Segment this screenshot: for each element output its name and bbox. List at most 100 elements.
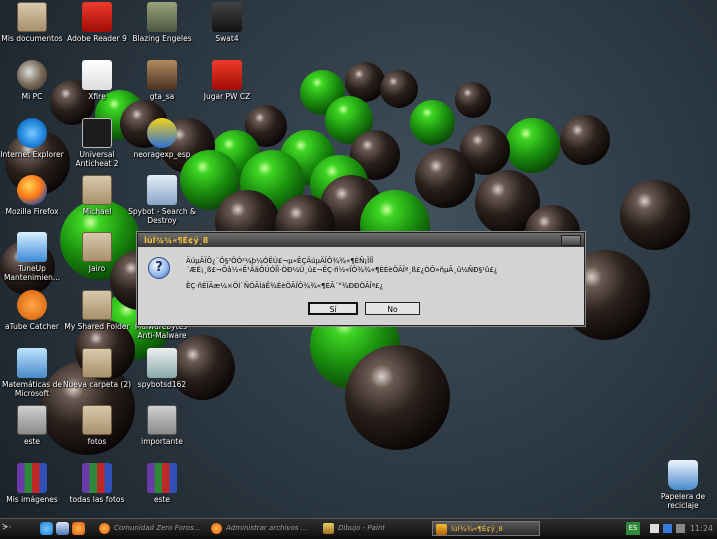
desktop-icon-label: Mozilla Firefox: [5, 207, 59, 216]
firefox-icon: [17, 175, 47, 205]
desktop-icon-label: Michael: [82, 207, 112, 216]
taskbar-item-paint[interactable]: Dibujo - Paint: [320, 521, 428, 536]
desktop-icon-label: aTube Catcher: [5, 322, 59, 331]
desktop-icon-label: Blazing Engeles: [132, 34, 192, 43]
desktop-icon-label: spybotsd162: [137, 380, 187, 389]
message-dialog: ÌùÍ¾¾«¶É¢ý¸8 ? ÄúµÄÏÔ¿¨Ö§³ÖÓ²¼þ¼ÓËÙ£¬µ«Ê…: [137, 232, 585, 326]
start-button[interactable]: ᗒ·: [2, 521, 30, 536]
desktop-icon-michael[interactable]: Michael: [62, 175, 132, 216]
installer-icon: [147, 348, 177, 378]
folder-icon: [17, 2, 47, 32]
taskbar-item-label: ÌùÍ¾¾«¶É¢ý¸8: [451, 525, 503, 533]
neo-icon: [147, 118, 177, 148]
dialog-message: ÄúµÄÏÔ¿¨Ö§³ÖÓ²¼þ¼ÓËÙ£¬µ«ÊÇÄúµÄÏÔ¾¾«¶ÈÑ¡Ï…: [186, 257, 498, 274]
desktop-icon-label: este: [153, 495, 171, 504]
desktop-icon-mis-imagenes[interactable]: Mis imágenes: [0, 463, 67, 504]
network-icon[interactable]: [663, 524, 672, 533]
desktop-icon-label: Nueva carpeta (2): [62, 380, 132, 389]
desktop-icon-label: fotos: [87, 437, 107, 446]
desktop-icon-neoragexp[interactable]: neoragexp_esp: [127, 118, 197, 159]
file-icon: [147, 405, 177, 435]
desktop-icon-label: Mis imágenes: [6, 495, 58, 504]
desktop-icon-label: Jairo: [88, 264, 106, 273]
desktop-icon-label: Internet Explorer: [0, 150, 64, 159]
firefox-icon: [211, 523, 222, 534]
game-icon: [147, 2, 177, 32]
desktop-icon-label: Swat4: [215, 34, 239, 43]
desktop-icon-adobe-reader[interactable]: Adobe Reader 9: [62, 2, 132, 43]
desktop-icon-label: Adobe Reader 9: [67, 34, 127, 43]
desktop-icon-importante[interactable]: importante: [127, 405, 197, 446]
game-icon: [147, 60, 177, 90]
winrar-icon: [17, 463, 47, 493]
folder-icon: [82, 290, 112, 320]
dialog-titlebar[interactable]: ÌùÍ¾¾«¶É¢ý¸8: [138, 233, 584, 247]
desktop-icon-tuneup[interactable]: TuneUp Mantenimien...: [0, 232, 67, 282]
game-icon: [212, 60, 242, 90]
desktop-icon-gta-sa[interactable]: gta_sa: [127, 60, 197, 101]
folder-icon: [82, 232, 112, 262]
taskbar-item-label: Dibujo - Paint: [338, 524, 386, 532]
desktop-icon-fotos[interactable]: fotos: [62, 405, 132, 446]
volume-icon[interactable]: [676, 524, 685, 533]
taskbar-item-label: Comunidad Zero Foros...: [114, 524, 201, 532]
language-indicator[interactable]: ES: [626, 522, 640, 535]
firefox-quicklaunch-icon[interactable]: [72, 522, 85, 535]
app-icon: [436, 524, 447, 535]
desktop-icon-xfire[interactable]: Xfire: [62, 60, 132, 101]
taskbar-item-label: Administrar archivos ...: [226, 524, 308, 532]
computer-icon: [17, 60, 47, 90]
desktop-icon-este-rar[interactable]: este: [127, 463, 197, 504]
desktop-icon-internet-explorer[interactable]: Internet Explorer: [0, 118, 67, 159]
desktop-icon-label: este: [23, 437, 41, 446]
desktop-icon-blazing-engeles[interactable]: Blazing Engeles: [127, 2, 197, 43]
desktop-icon-atube-catcher[interactable]: aTube Catcher: [0, 290, 67, 331]
desktop-icon-label: Papelera de reciclaje: [660, 492, 706, 510]
desktop-icon-my-shared-folder[interactable]: My Shared Folder: [62, 290, 132, 331]
desktop-icon-label: Matemáticas de Microsoft: [2, 380, 62, 398]
yes-button[interactable]: Sí: [308, 302, 358, 315]
dialog-submessage: ÊÇ·ñÉÏÃæ¼×ÖÍ¨ÑÓÃÌáÊ¾ÉèÖÃÏÔ¾¾«¶ÈÃ´°¾ÐÐÖÃÎ…: [186, 282, 384, 290]
taskbar-item-dialog[interactable]: ÌùÍ¾¾«¶É¢ý¸8: [432, 521, 540, 536]
desktop-icon-spybotsd162[interactable]: spybotsd162: [127, 348, 197, 389]
desktop-icon-label: Jugar PW CZ: [203, 92, 251, 101]
desktop-icon-papelera[interactable]: Papelera de reciclaje: [648, 460, 717, 510]
desktop-icon-label: Universal Anticheat 2: [75, 150, 119, 168]
desktop-icon-label: Mis documentos: [1, 34, 63, 43]
desktop-icon-spybot[interactable]: Spybot - Search & Destroy: [127, 175, 197, 225]
no-button[interactable]: No: [365, 302, 420, 315]
desktop-icon-mi-pc[interactable]: Mi PC: [0, 60, 67, 101]
taskbar-item-administrar[interactable]: Administrar archivos ...: [208, 521, 316, 536]
desktop-icon-todas-las-fotos[interactable]: todas las fotos: [62, 463, 132, 504]
desktop-icon-nueva-carpeta[interactable]: Nueva carpeta (2): [62, 348, 132, 389]
tray-icon[interactable]: [650, 524, 659, 533]
taskbar: ᗒ· Comunidad Zero Foros... Administrar a…: [0, 518, 717, 539]
desktop-icon-matematicas[interactable]: Matemáticas de Microsoft: [0, 348, 67, 398]
desktop-icon-swat4[interactable]: Swat4: [192, 2, 262, 43]
firefox-icon: [99, 523, 110, 534]
clock[interactable]: 11:24: [690, 519, 713, 539]
xfire-icon: [82, 60, 112, 90]
recycle-bin-icon: [668, 460, 698, 490]
game-icon: [212, 2, 242, 32]
paint-icon: [323, 523, 334, 534]
uac-icon: [82, 118, 112, 148]
desktop-icon-label: Spybot - Search & Destroy: [128, 207, 196, 225]
question-icon: ?: [148, 257, 170, 279]
desktop-icon-este[interactable]: este: [0, 405, 67, 446]
taskbar-item-comunidad[interactable]: Comunidad Zero Foros...: [96, 521, 204, 536]
desktop-icon-label: Mi PC: [21, 92, 43, 101]
folder-icon: [82, 175, 112, 205]
close-button[interactable]: [561, 235, 581, 246]
desktop-quicklaunch-icon[interactable]: [56, 522, 69, 535]
desktop-icon-label: TuneUp Mantenimien...: [3, 264, 61, 282]
desktop-icon-mozilla-firefox[interactable]: Mozilla Firefox: [0, 175, 67, 216]
desktop-icon-universal-anticheat[interactable]: Universal Anticheat 2: [62, 118, 132, 168]
desktop-icon-mis-documentos[interactable]: Mis documentos: [0, 2, 67, 43]
desktop-icon-jugar-pw[interactable]: Jugar PW CZ: [192, 60, 262, 101]
desktop-icon-label: importante: [141, 437, 183, 446]
desktop-icon-jairo[interactable]: Jairo: [62, 232, 132, 273]
dialog-title: ÌùÍ¾¾«¶É¢ý¸8: [144, 235, 209, 245]
spybot-icon: [147, 175, 177, 205]
ie-quicklaunch-icon[interactable]: [40, 522, 53, 535]
